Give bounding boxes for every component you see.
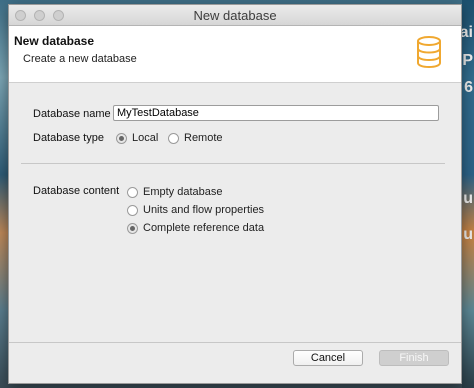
title-bar[interactable]: New database [9, 5, 461, 26]
database-content-label: Database content [33, 185, 120, 197]
background-text-3: 6 [464, 79, 473, 96]
content-complete-radio[interactable]: Complete reference data [127, 222, 264, 234]
background-text-4: u [463, 190, 473, 207]
section-divider [21, 163, 445, 164]
content-complete-label: Complete reference data [143, 222, 265, 234]
radio-selected-icon [116, 132, 127, 144]
button-bar-divider [9, 342, 461, 343]
content-empty-radio[interactable]: Empty database [127, 186, 223, 198]
content-empty-label: Empty database [143, 186, 223, 198]
database-name-label: Database name [33, 108, 111, 120]
type-local-label: Local [132, 132, 159, 144]
radio-selected-icon [127, 222, 138, 234]
finish-button[interactable]: Finish [379, 350, 449, 366]
background-text-5: u [463, 226, 473, 243]
content-units-label: Units and flow properties [143, 204, 265, 216]
database-type-label: Database type [33, 132, 104, 144]
radio-unselected-icon [127, 204, 138, 216]
content-units-radio[interactable]: Units and flow properties [127, 204, 264, 216]
header-title: New database [14, 34, 95, 48]
radio-unselected-icon [168, 132, 179, 144]
database-icon [417, 36, 441, 69]
wizard-header: New database Create a new database [9, 26, 461, 83]
type-remote-label: Remote [184, 132, 223, 144]
type-remote-radio[interactable]: Remote [168, 132, 223, 144]
type-local-radio[interactable]: Local [116, 132, 158, 144]
database-name-input[interactable] [113, 105, 439, 121]
window-title: New database [193, 8, 277, 23]
header-subtitle: Create a new database [23, 53, 137, 65]
cancel-button[interactable]: Cancel [293, 350, 363, 366]
radio-unselected-icon [127, 186, 138, 198]
background-text-2: P [462, 52, 473, 69]
new-database-dialog: New database New database Create a new d… [8, 4, 462, 384]
